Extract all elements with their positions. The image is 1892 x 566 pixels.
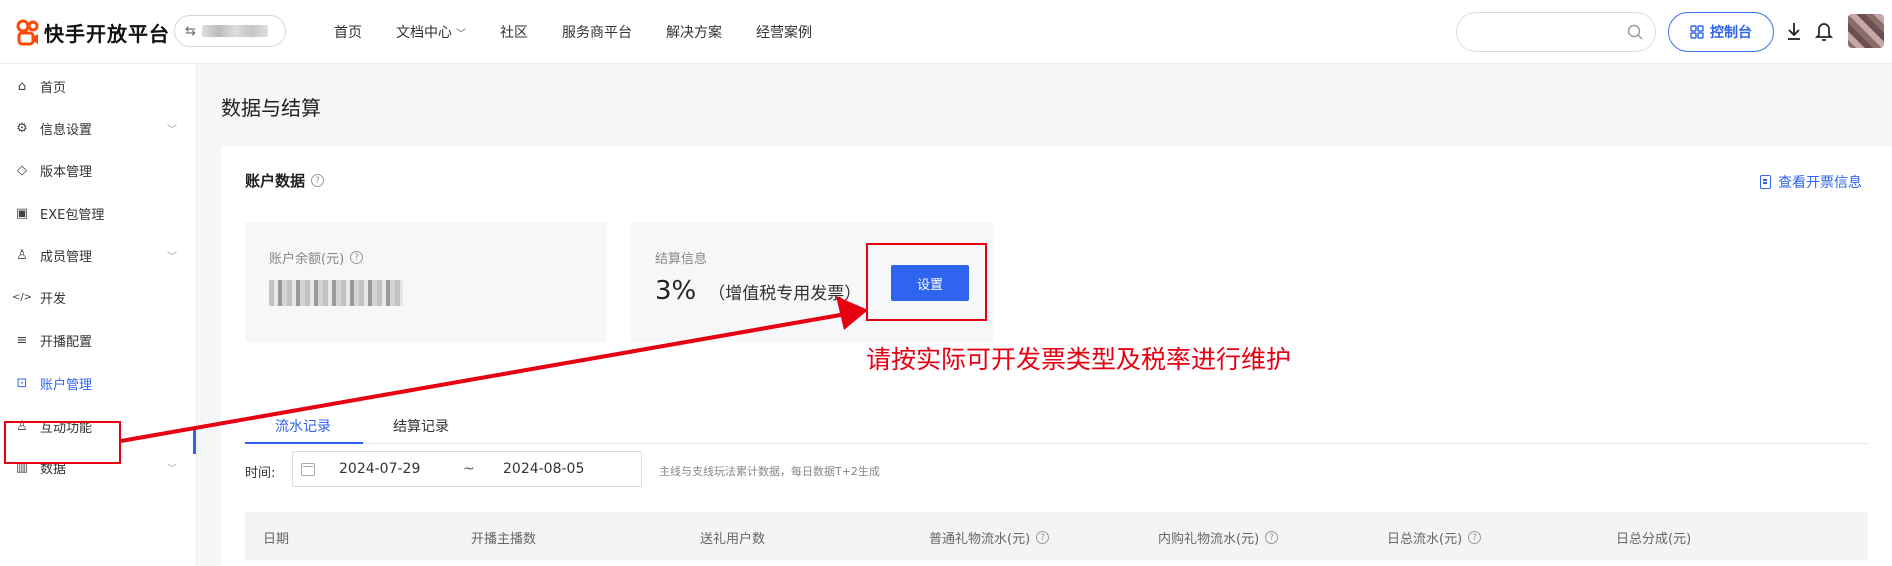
annotation-text: 请按实际可开发票类型及税率进行维护 <box>866 345 1292 374</box>
annotation-arrow <box>120 296 868 443</box>
